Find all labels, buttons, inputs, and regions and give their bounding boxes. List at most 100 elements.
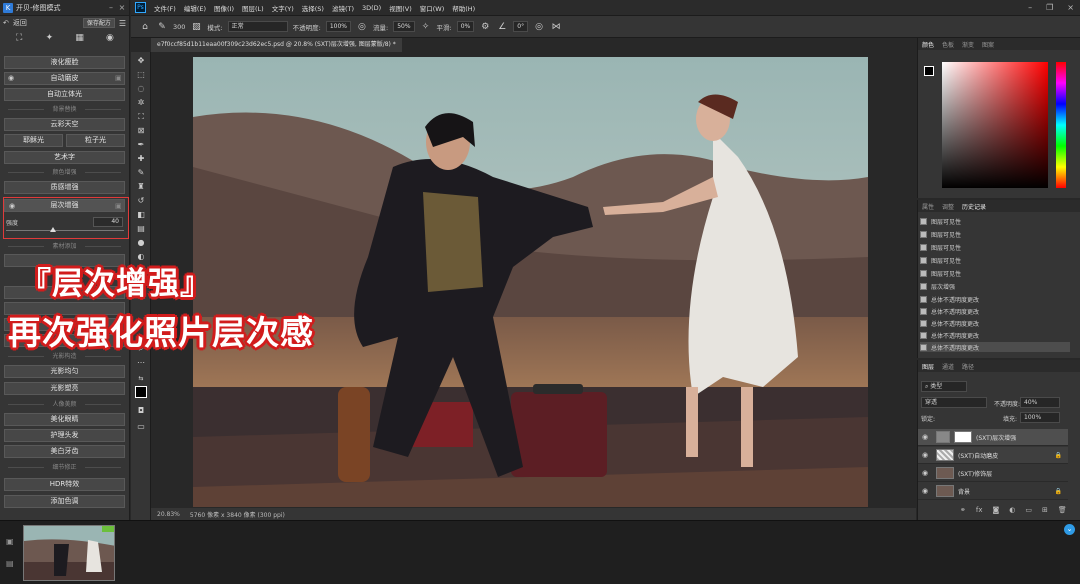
liquify-button[interactable]: 液化瘦脸 — [4, 56, 125, 69]
angle-input[interactable]: 0° — [513, 21, 529, 32]
eye-icon[interactable]: ◉ — [922, 433, 932, 441]
pressure-size-icon[interactable]: ◎ — [533, 22, 545, 32]
eye-icon[interactable]: ◉ — [922, 487, 932, 495]
history-item[interactable]: 图层可见性 — [920, 216, 1070, 226]
tab-history[interactable]: 历史记录 — [962, 202, 986, 211]
lasso-tool-icon[interactable]: ◌ — [136, 84, 146, 94]
tab-paths[interactable]: 路径 — [962, 362, 974, 371]
tab-channels[interactable]: 通道 — [942, 362, 954, 371]
history-brush-icon[interactable]: ↺ — [136, 196, 146, 206]
airbrush-icon[interactable]: ✧ — [420, 22, 432, 32]
light-shape-button[interactable]: 光影塑亮 — [4, 382, 125, 395]
eye-icon[interactable]: ◉ — [105, 33, 115, 43]
brush-tool-icon[interactable]: ✎ — [156, 22, 168, 32]
menu-type[interactable]: 文字(Y) — [272, 3, 294, 13]
history-item[interactable]: 图层可见性 — [920, 268, 1070, 278]
marquee-tool-icon[interactable]: ⬚ — [136, 70, 146, 80]
menu-file[interactable]: 文件(F) — [154, 3, 176, 13]
eye-icon[interactable]: ◉ — [8, 74, 14, 82]
delete-icon[interactable]: 🗑 — [1058, 506, 1067, 514]
tab-adjustments[interactable]: 调整 — [942, 202, 954, 211]
frame-tool-icon[interactable]: ⊠ — [136, 126, 146, 136]
history-item-current[interactable]: 总体不透明度更改 — [920, 342, 1070, 352]
minimize-icon[interactable]: – — [107, 3, 115, 12]
folder-icon[interactable]: ▤ — [6, 559, 14, 568]
add-tone-button[interactable]: 添加色调 — [4, 495, 125, 508]
color-field[interactable] — [942, 62, 1048, 188]
mask-icon[interactable]: ◙ — [992, 506, 999, 514]
link-icon[interactable]: ⚭ — [960, 506, 966, 514]
restore-icon[interactable]: ❐ — [1046, 3, 1053, 12]
layer-row[interactable]: ◉ (SXT)自动磨皮 🔒 — [918, 447, 1068, 464]
back-button[interactable]: 返回 — [13, 18, 79, 28]
collapse-icon[interactable]: ⌄ — [1064, 524, 1075, 535]
flow-input[interactable]: 50% — [393, 21, 415, 32]
tab-gradients[interactable]: 渐变 — [962, 40, 974, 49]
particle-button[interactable]: 粒子光 — [66, 134, 125, 147]
history-item[interactable]: 图层可见性 — [920, 242, 1070, 252]
skin-smooth-button[interactable]: 自动磨皮 — [4, 72, 125, 85]
light-even-button[interactable]: 光影均匀 — [4, 365, 125, 378]
menu-window[interactable]: 窗口(W) — [420, 3, 445, 13]
quick-mask-icon[interactable]: ◘ — [136, 406, 146, 416]
layer-row[interactable]: ◉ (SXT)层次增强 — [918, 429, 1068, 446]
eraser-icon[interactable]: ◧ — [136, 210, 146, 220]
close-icon[interactable]: × — [1067, 3, 1074, 12]
menu-layer[interactable]: 图层(L) — [242, 3, 264, 13]
foreground-color[interactable] — [135, 386, 147, 398]
history-item[interactable]: 层次增强 — [920, 281, 1070, 291]
eye-icon[interactable]: ◉ — [922, 469, 932, 477]
tab-color[interactable]: 颜色 — [922, 40, 934, 49]
tab-layers[interactable]: 图层 — [922, 362, 934, 371]
auto-3d-light-button[interactable]: 自动立体光 — [4, 88, 125, 101]
tab-properties[interactable]: 属性 — [922, 202, 934, 211]
menu-3d[interactable]: 3D(D) — [362, 4, 381, 12]
brush-panel-icon[interactable]: ▨ — [190, 22, 202, 32]
history-item[interactable]: 总体不透明度更改 — [920, 306, 1070, 316]
gradient-tool-icon[interactable]: ▤ — [136, 224, 146, 234]
history-item[interactable]: 图层可见性 — [920, 255, 1070, 265]
minimize-icon[interactable]: – — [1028, 3, 1032, 12]
mode-select[interactable]: 正常 — [227, 21, 288, 32]
history-item[interactable]: 总体不透明度更改 — [920, 294, 1070, 304]
clone-stamp-icon[interactable]: ♜ — [136, 182, 146, 192]
group-icon[interactable]: ▭ — [1025, 506, 1032, 514]
trash-icon[interactable]: ▣ — [115, 74, 122, 82]
glare-button[interactable]: 耶稣光 — [4, 134, 63, 147]
zoom-level[interactable]: 20.83% — [157, 511, 180, 518]
document-tab[interactable]: e7f0ccf85d1b11eaa00f309c23d62ec5.psd @ 2… — [151, 38, 402, 52]
menu-image[interactable]: 图像(I) — [214, 3, 234, 13]
hdr-button[interactable]: HDR特效 — [4, 478, 125, 491]
menu-help[interactable]: 帮助(H) — [452, 3, 475, 13]
close-icon[interactable]: × — [118, 3, 126, 12]
healing-brush-icon[interactable]: ✚ — [136, 154, 146, 164]
menu-icon[interactable]: ☰ — [119, 19, 126, 28]
beautify-eye-button[interactable]: 美化眼睛 — [4, 413, 125, 426]
new-layer-icon[interactable]: ⊞ — [1042, 506, 1048, 514]
history-item[interactable]: 总体不透明度更改 — [920, 318, 1070, 328]
menu-edit[interactable]: 编辑(E) — [184, 3, 206, 13]
back-icon[interactable]: ↶ — [3, 19, 9, 27]
grid-icon[interactable]: ▦ — [75, 33, 85, 43]
tab-swatches[interactable]: 色板 — [942, 40, 954, 49]
document-canvas[interactable] — [193, 57, 868, 507]
blur-tool-icon[interactable]: ● — [136, 238, 146, 248]
fill-input[interactable]: 100% — [1020, 412, 1060, 423]
screen-mode-icon[interactable]: ▭ — [136, 422, 146, 432]
save-recipe-button[interactable]: 保存配方 — [82, 18, 115, 28]
image-icon[interactable]: ▣ — [6, 537, 14, 546]
brush-tool-icon[interactable]: ✎ — [136, 168, 146, 178]
home-icon[interactable]: ⌂ — [139, 22, 151, 32]
wand-icon[interactable]: ✦ — [44, 33, 54, 43]
hair-care-button[interactable]: 护理头发 — [4, 429, 125, 442]
crop-icon[interactable]: ⛶ — [14, 33, 24, 43]
layer-row[interactable]: ◉ (SXT)修饰层 — [918, 465, 1068, 482]
filmstrip-thumbnail[interactable] — [23, 525, 115, 581]
move-tool-icon[interactable]: ✥ — [136, 56, 146, 66]
whiten-teeth-button[interactable]: 美白牙齿 — [4, 445, 125, 458]
brush-size[interactable]: 300 — [173, 23, 185, 31]
texture-boost-button[interactable]: 质感增强 — [4, 181, 125, 194]
crop-tool-icon[interactable]: ⛶ — [136, 112, 146, 122]
gear-icon[interactable]: ⚙ — [479, 22, 491, 32]
more-tools-icon[interactable]: ⋯ — [136, 358, 146, 368]
